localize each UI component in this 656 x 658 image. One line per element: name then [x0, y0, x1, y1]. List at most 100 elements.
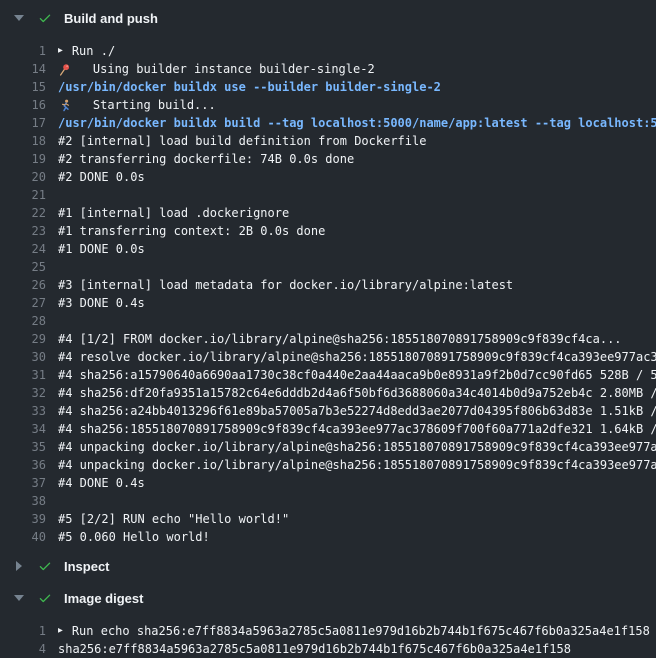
line-number[interactable]: 22 — [0, 204, 46, 222]
line-text: Using builder instance builder-single-2 — [93, 60, 375, 78]
log-line: 26 #3 [internal] load metadata for docke… — [0, 276, 656, 294]
line-content: #4 sha256:df20fa9351a15782c64e6dddb2d4a6… — [58, 384, 656, 402]
chevron-down-icon[interactable] — [13, 15, 24, 21]
line-text: Run echo sha256:e7ff8834a5963a2785c5a081… — [72, 622, 650, 640]
line-number[interactable]: 34 — [0, 420, 46, 438]
line-content: #4 resolve docker.io/library/alpine@sha2… — [58, 348, 656, 366]
section-lines: 1 ▶Run ./ 14 Using builder instance buil… — [0, 42, 656, 546]
line-number[interactable]: 31 — [0, 366, 46, 384]
line-content: #3 [internal] load metadata for docker.i… — [58, 276, 513, 294]
log-line: 16 Starting build... — [0, 96, 656, 114]
line-number[interactable]: 36 — [0, 456, 46, 474]
section-header[interactable]: Image digest — [0, 586, 656, 610]
line-number[interactable]: 16 — [0, 96, 46, 114]
line-content: #4 sha256:a24bb4013296f61e89ba57005a7b3e… — [58, 402, 656, 420]
log-line: 30 #4 resolve docker.io/library/alpine@s… — [0, 348, 656, 366]
line-number[interactable]: 20 — [0, 168, 46, 186]
log-line: 14 Using builder instance builder-single… — [0, 60, 656, 78]
line-content: #1 DONE 0.0s — [58, 240, 145, 258]
line-text: /usr/bin/docker buildx use --builder bui… — [58, 78, 441, 96]
log-line: 39 #5 [2/2] RUN echo "Hello world!" — [0, 510, 656, 528]
line-number[interactable]: 18 — [0, 132, 46, 150]
runner-icon — [58, 96, 87, 114]
line-text: sha256:e7ff8834a5963a2785c5a0811e979d16b… — [58, 640, 571, 658]
line-number[interactable]: 30 — [0, 348, 46, 366]
pushpin-icon — [58, 60, 87, 78]
line-number[interactable]: 24 — [0, 240, 46, 258]
line-number[interactable]: 15 — [0, 78, 46, 96]
line-number[interactable]: 37 — [0, 474, 46, 492]
line-content: /usr/bin/docker buildx use --builder bui… — [58, 78, 441, 96]
log-line: 35 #4 unpacking docker.io/library/alpine… — [0, 438, 656, 456]
line-text: #4 resolve docker.io/library/alpine@sha2… — [58, 348, 656, 366]
log-line: 24 #1 DONE 0.0s — [0, 240, 656, 258]
line-content: #3 DONE 0.4s — [58, 294, 145, 312]
line-text: #5 0.060 Hello world! — [58, 528, 210, 546]
log-line: 32 #4 sha256:df20fa9351a15782c64e6dddb2d… — [0, 384, 656, 402]
line-number[interactable]: 33 — [0, 402, 46, 420]
log-line: 28 — [0, 312, 656, 330]
line-text: #4 sha256:a24bb4013296f61e89ba57005a7b3e… — [58, 402, 656, 420]
line-number[interactable]: 1 — [0, 622, 46, 640]
line-content: Using builder instance builder-single-2 — [58, 60, 375, 78]
log-section-image-digest: Image digest 1 ▶ Run echo sha256:e7ff8834… — [0, 586, 656, 658]
line-number[interactable]: 1 — [0, 42, 46, 60]
section-title: Image digest — [64, 591, 143, 606]
line-number[interactable]: 39 — [0, 510, 46, 528]
line-number[interactable]: 29 — [0, 330, 46, 348]
line-text: #2 DONE 0.0s — [58, 168, 145, 186]
line-number[interactable]: 4 — [0, 640, 46, 658]
line-content: #1 [internal] load .dockerignore — [58, 204, 289, 222]
success-check-icon — [37, 11, 53, 25]
line-number[interactable]: 28 — [0, 312, 46, 330]
line-number[interactable]: 32 — [0, 384, 46, 402]
log-line: 36 #4 unpacking docker.io/library/alpine… — [0, 456, 656, 474]
log-line: 27 #3 DONE 0.4s — [0, 294, 656, 312]
log-section-inspect: Inspect — [0, 554, 656, 578]
line-number[interactable]: 25 — [0, 258, 46, 276]
line-number[interactable]: 40 — [0, 528, 46, 546]
section-header[interactable]: Inspect — [0, 554, 656, 578]
expand-run-icon[interactable]: ▶ — [58, 42, 63, 60]
line-text: #4 sha256:a15790640a6690aa1730c38cf0a440… — [58, 366, 656, 384]
line-number[interactable]: 26 — [0, 276, 46, 294]
line-number[interactable]: 21 — [0, 186, 46, 204]
line-text: #1 [internal] load .dockerignore — [58, 204, 289, 222]
log-line: 25 — [0, 258, 656, 276]
chevron-right-icon[interactable] — [13, 561, 24, 571]
line-content: sha256:e7ff8834a5963a2785c5a0811e979d16b… — [58, 640, 571, 658]
log-line: 15 /usr/bin/docker buildx use --builder … — [0, 78, 656, 96]
line-number[interactable]: 27 — [0, 294, 46, 312]
section-header[interactable]: Build and push — [0, 6, 656, 30]
line-content: #5 [2/2] RUN echo "Hello world!" — [58, 510, 289, 528]
line-content: #2 DONE 0.0s — [58, 168, 145, 186]
line-content: #2 [internal] load build definition from… — [58, 132, 426, 150]
line-number[interactable]: 19 — [0, 150, 46, 168]
log-line: 1 ▶ Run echo sha256:e7ff8834a5963a2785c5a… — [0, 622, 656, 640]
line-number[interactable]: 23 — [0, 222, 46, 240]
section-lines: 1 ▶ Run echo sha256:e7ff8834a5963a2785c5a… — [0, 622, 656, 658]
line-content: #4 DONE 0.4s — [58, 474, 145, 492]
line-text: #4 sha256:185518070891758909c9f839cf4ca3… — [58, 420, 656, 438]
line-number[interactable]: 17 — [0, 114, 46, 132]
line-number[interactable]: 38 — [0, 492, 46, 510]
log-line: 1 ▶Run ./ — [0, 42, 656, 60]
line-number[interactable]: 14 — [0, 60, 46, 78]
chevron-down-icon[interactable] — [13, 595, 24, 601]
line-text: #5 [2/2] RUN echo "Hello world!" — [58, 510, 289, 528]
line-content: Starting build... — [58, 96, 216, 114]
line-content: /usr/bin/docker buildx build --tag local… — [58, 114, 656, 132]
line-text: #4 unpacking docker.io/library/alpine@sh… — [58, 438, 656, 456]
line-content: #2 transferring dockerfile: 74B 0.0s don… — [58, 150, 354, 168]
line-content: #4 unpacking docker.io/library/alpine@sh… — [58, 456, 656, 474]
section-title: Inspect — [64, 559, 110, 574]
expand-run-icon[interactable]: ▶ — [58, 622, 63, 640]
log-line: 17 /usr/bin/docker buildx build --tag lo… — [0, 114, 656, 132]
log-line: 31 #4 sha256:a15790640a6690aa1730c38cf0a… — [0, 366, 656, 384]
line-content: #4 sha256:185518070891758909c9f839cf4ca3… — [58, 420, 656, 438]
line-text: #1 DONE 0.0s — [58, 240, 145, 258]
line-text: #1 transferring context: 2B 0.0s done — [58, 222, 325, 240]
line-number[interactable]: 35 — [0, 438, 46, 456]
line-text: #3 [internal] load metadata for docker.i… — [58, 276, 513, 294]
workflow-log-viewer: Build and push 1 ▶Run ./ 14 Using builde… — [0, 6, 656, 658]
